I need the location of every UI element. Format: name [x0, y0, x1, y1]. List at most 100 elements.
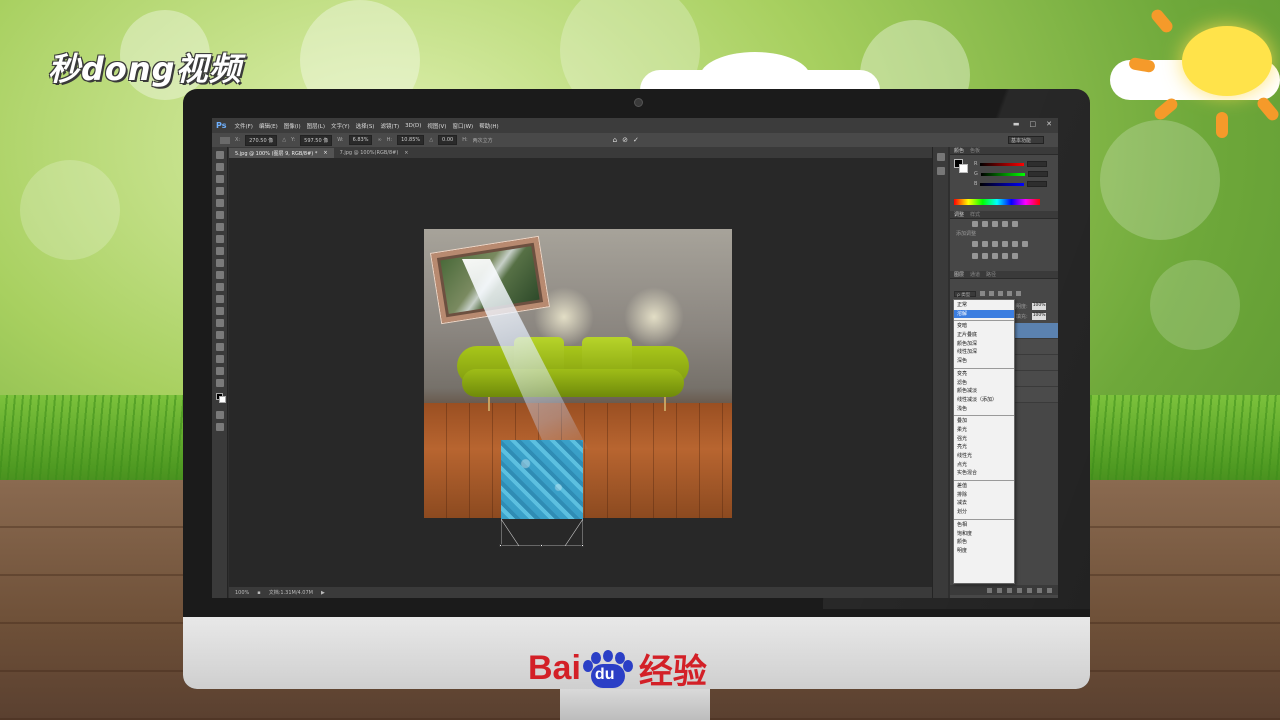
menu-filter[interactable]: 滤镜(T) [380, 122, 399, 130]
pen-tool-icon[interactable] [215, 319, 224, 327]
path-select-tool-icon[interactable] [215, 343, 224, 351]
channel-mixer-icon[interactable] [1012, 241, 1018, 247]
tab-color[interactable]: 颜色 [954, 147, 964, 154]
blend-option-hue[interactable]: 色相 [954, 521, 1014, 530]
color-swatches[interactable] [215, 393, 226, 403]
photo-filter-icon[interactable] [1002, 241, 1008, 247]
color-spectrum[interactable] [954, 199, 1040, 205]
fx-icon[interactable] [997, 587, 1002, 593]
blend-option-vivid-light[interactable]: 亮光 [954, 443, 1014, 452]
menu-3d[interactable]: 3D(D) [405, 123, 421, 129]
blend-option-hard-light[interactable]: 强光 [954, 435, 1014, 444]
filter-smart-icon[interactable] [1016, 291, 1021, 296]
layer-row[interactable] [1014, 371, 1058, 387]
history-brush-tool-icon[interactable] [215, 259, 224, 267]
blue-value[interactable] [1027, 181, 1048, 187]
link-layers-icon[interactable] [987, 587, 992, 593]
warp-icon[interactable]: ⌂ [613, 136, 617, 144]
tab-document-5[interactable]: 5.jpg @ 100% (图层 9, RGB/8#) * × [229, 148, 334, 158]
red-track[interactable] [980, 162, 1025, 166]
blend-option-exclusion[interactable]: 排除 [954, 491, 1014, 500]
blend-option-difference[interactable]: 差值 [954, 482, 1014, 491]
menu-help[interactable]: 帮助(H) [479, 122, 498, 130]
tab-channels[interactable]: 通道 [970, 271, 980, 278]
blend-option-color-dodge[interactable]: 颜色减淡 [954, 387, 1014, 396]
blend-mode-dropdown[interactable]: 正常 溶解 变暗 正片叠底 颜色加深 线性加深 深色 变亮 滤色 颜色减淡 线性… [953, 299, 1015, 584]
type-tool-icon[interactable] [215, 331, 224, 339]
selective-color-icon[interactable] [1012, 253, 1018, 259]
vibrance-icon[interactable] [1012, 221, 1018, 227]
menu-window[interactable]: 窗口(W) [452, 122, 473, 130]
cancel-transform-button[interactable]: ⊘ [622, 136, 628, 144]
tab-adjustments[interactable]: 调整 [954, 211, 964, 218]
gradient-tool-icon[interactable] [215, 283, 224, 291]
red-slider[interactable]: R [974, 161, 1050, 167]
blend-option-lighten[interactable]: 变亮 [954, 370, 1014, 379]
eyedropper-tool-icon[interactable] [215, 211, 224, 219]
blend-option-dissolve[interactable]: 溶解 [954, 309, 1014, 319]
x-field[interactable]: 270.50 像 [245, 134, 278, 146]
blend-option-divide[interactable]: 划分 [954, 508, 1014, 517]
tab-styles[interactable]: 样式 [970, 211, 980, 218]
crop-tool-icon[interactable] [215, 199, 224, 207]
blend-option-luminosity[interactable]: 明度 [954, 547, 1014, 556]
posterize-icon[interactable] [982, 253, 988, 259]
invert-icon[interactable] [972, 253, 978, 259]
blend-option-subtract[interactable]: 减去 [954, 499, 1014, 508]
exposure-icon[interactable] [1002, 221, 1008, 227]
gradient-map-icon[interactable] [1002, 253, 1008, 259]
eraser-tool-icon[interactable] [215, 271, 224, 279]
blend-option-linear-light[interactable]: 线性光 [954, 452, 1014, 461]
filter-pixel-icon[interactable] [980, 291, 985, 296]
curves-icon[interactable] [992, 221, 998, 227]
healing-tool-icon[interactable] [215, 223, 224, 231]
quick-select-tool-icon[interactable] [215, 187, 224, 195]
commit-transform-button[interactable]: ✓ [633, 136, 639, 144]
background-color[interactable] [218, 396, 226, 403]
menu-layer[interactable]: 图层(L) [307, 122, 325, 130]
color-balance-icon[interactable] [982, 241, 988, 247]
dodge-tool-icon[interactable] [215, 307, 224, 315]
transform-handle[interactable] [499, 544, 502, 547]
transform-handle[interactable] [581, 544, 584, 547]
shape-tool-icon[interactable] [215, 355, 224, 363]
marquee-tool-icon[interactable] [215, 163, 224, 171]
blend-option-linear-burn[interactable]: 线性加深 [954, 348, 1014, 357]
layer-row[interactable] [1014, 387, 1058, 403]
zoom-level[interactable]: 100% [235, 590, 249, 596]
menu-select[interactable]: 选择(S) [356, 122, 375, 130]
water-texture-layer[interactable] [501, 440, 583, 519]
layer-row[interactable] [1014, 339, 1058, 355]
blur-tool-icon[interactable] [215, 295, 224, 303]
blue-track[interactable] [980, 182, 1025, 186]
new-group-icon[interactable] [1027, 587, 1032, 593]
new-layer-icon[interactable] [1037, 587, 1042, 593]
mask-icon[interactable] [1007, 587, 1012, 593]
menu-file[interactable]: 文件(F) [234, 122, 252, 130]
hand-tool-icon[interactable] [215, 367, 224, 375]
move-tool-icon[interactable] [215, 151, 224, 159]
brush-tool-icon[interactable] [215, 235, 224, 243]
menu-view[interactable]: 视图(V) [427, 122, 446, 130]
interpolation-select[interactable]: 两次立方 [473, 137, 493, 144]
green-slider[interactable]: G [974, 171, 1050, 177]
stamp-tool-icon[interactable] [215, 247, 224, 255]
blend-option-lighter-color[interactable]: 浅色 [954, 405, 1014, 414]
tab-paths[interactable]: 路径 [986, 271, 996, 278]
y-field[interactable]: 597.50 像 [300, 134, 333, 146]
blend-option-pin-light[interactable]: 点光 [954, 461, 1014, 470]
status-arrow-icon[interactable]: ▶ [321, 590, 325, 596]
close-tab-icon[interactable]: × [404, 150, 408, 156]
menu-type[interactable]: 文字(Y) [331, 122, 350, 130]
new-adjustment-icon[interactable] [1017, 587, 1022, 593]
blend-option-darker-color[interactable]: 深色 [954, 357, 1014, 366]
black-white-icon[interactable] [992, 241, 998, 247]
tab-swatches[interactable]: 色板 [970, 147, 980, 154]
blend-option-multiply[interactable]: 正片叠底 [954, 331, 1014, 340]
layer-filter-select[interactable]: ρ 类型 [954, 290, 976, 298]
blue-slider[interactable]: B [974, 181, 1050, 187]
canvas-area[interactable] [229, 158, 946, 587]
height-field[interactable]: 10.85% [397, 135, 425, 145]
width-field[interactable]: 6.83% [348, 135, 373, 145]
quick-mask-icon[interactable] [215, 411, 224, 419]
